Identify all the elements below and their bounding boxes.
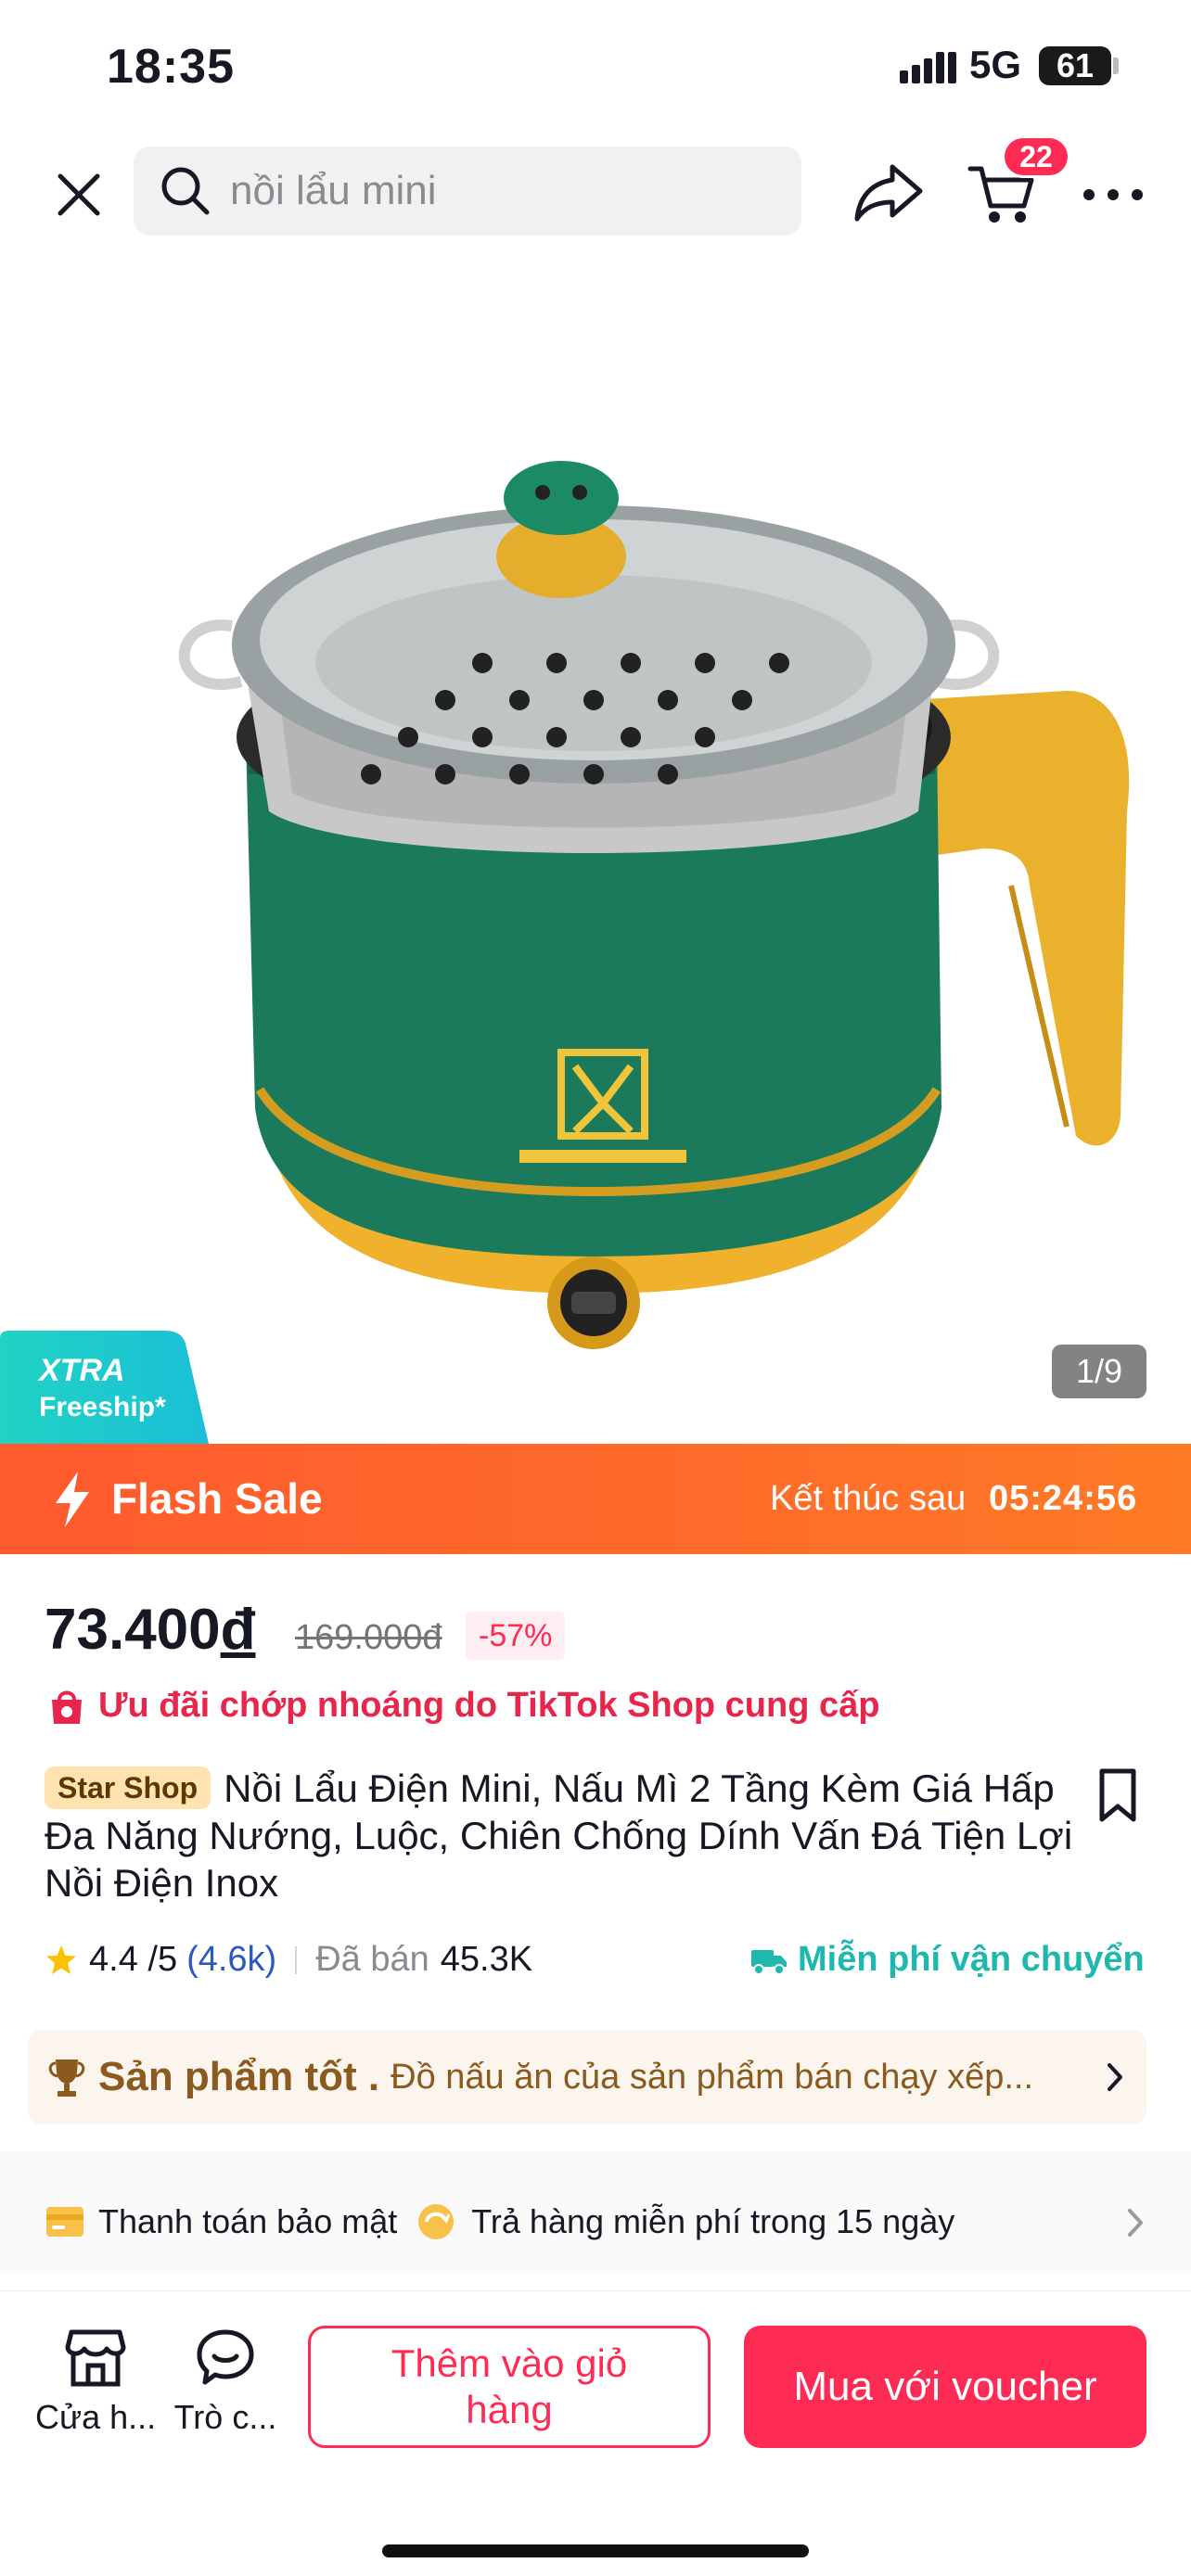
- sold-value: 45.3K: [440, 1940, 533, 1979]
- store-label: Cửa h...: [35, 2398, 157, 2436]
- card-icon: [46, 2207, 83, 2237]
- free-return-label: Trả hàng miễn phí trong 15 ngày: [471, 2202, 955, 2240]
- truck-icon: [751, 1949, 787, 1975]
- sold-label: Đã bán: [315, 1940, 429, 1979]
- section-divider: [0, 2151, 1191, 2166]
- chevron-right-icon: [1108, 2063, 1122, 2091]
- trophy-icon: [48, 2060, 85, 2097]
- store-button[interactable]: Cửa h...: [35, 2327, 156, 2437]
- star-shop-tag: Star Shop: [45, 1766, 211, 1809]
- network-type: 5G: [969, 43, 1022, 86]
- return-icon: [418, 2204, 455, 2239]
- good-product-heading: Sản phẩm tốt .: [98, 2054, 380, 2099]
- search-input[interactable]: nồi lẩu mini: [134, 147, 801, 236]
- price-amount: 73.400: [45, 1598, 221, 1662]
- chat-icon: [197, 2329, 254, 2385]
- flash-sale-ends-label: Kết thúc sau: [770, 1479, 967, 1518]
- add-to-cart-button[interactable]: Thêm vào giỏ hàng: [308, 2326, 711, 2448]
- review-count[interactable]: (4.6k): [186, 1940, 276, 1980]
- top-nav: nồi lẩu mini 22: [0, 130, 1191, 255]
- chat-label: Trò c...: [173, 2398, 277, 2436]
- promo-line: Ưu đãi chớp nhoáng do TikTok Shop cung c…: [48, 1686, 879, 1726]
- bottom-action-bar: Cửa h... Trò c... Thêm vào giỏ hàng Mua …: [0, 2290, 1191, 2576]
- xtra-freeship-badge: XTRA Freeship*: [0, 1331, 209, 1444]
- signal-icon: [900, 52, 956, 83]
- share-icon[interactable]: [852, 159, 926, 224]
- search-query: nồi lẩu mini: [230, 168, 437, 213]
- current-price: 73.400đ: [45, 1597, 256, 1663]
- image-pager: 1/9: [1052, 1345, 1146, 1398]
- free-shipping[interactable]: Miễn phí vận chuyển: [749, 1940, 1145, 1980]
- free-shipping-label: Miễn phí vận chuyển: [798, 1940, 1145, 1979]
- xtra-label: XTRA: [39, 1353, 125, 1388]
- bookmark-icon[interactable]: [1095, 1767, 1141, 1823]
- secure-payment-label: Thanh toán bảo mật: [98, 2202, 398, 2240]
- chat-button[interactable]: Trò c...: [165, 2327, 286, 2437]
- battery-icon: 61: [1039, 46, 1111, 85]
- close-icon: [58, 173, 100, 216]
- price-currency: đ: [220, 1598, 256, 1662]
- original-price: 169.000đ: [295, 1618, 442, 1657]
- status-bar: 18:35 5G 61: [0, 0, 1191, 130]
- freeship-label: Freeship*: [39, 1392, 166, 1422]
- store-icon: [65, 2329, 126, 2387]
- bolt-icon: [56, 1472, 89, 1527]
- product-stats: 4.4 /5 (4.6k) Đã bán 45.3K: [45, 1940, 532, 1980]
- more-icon[interactable]: [1076, 167, 1150, 223]
- close-button[interactable]: [46, 162, 111, 227]
- discount-badge: -57%: [466, 1612, 566, 1660]
- flash-sale-timer: 05:24:56: [989, 1479, 1138, 1518]
- flash-sale-bar: Flash Sale Kết thúc sau 05:24:56: [0, 1444, 1191, 1554]
- status-time: 18:35: [107, 40, 235, 94]
- shop-bag-icon: [52, 1690, 82, 1724]
- home-indicator: [382, 2544, 809, 2557]
- buy-with-voucher-button[interactable]: Mua với voucher: [744, 2326, 1146, 2448]
- guarantee-row[interactable]: Thanh toán bảo mật Trả hàng miễn phí tro…: [0, 2166, 1191, 2274]
- good-product-banner[interactable]: Sản phẩm tốt . Đồ nấu ăn của sản phẩm bá…: [28, 2030, 1146, 2124]
- battery-tip: [1113, 57, 1119, 74]
- star-icon: [46, 1945, 76, 1974]
- product-title-block: Star Shop Nồi Lẩu Điện Mini, Nấu Mì 2 Tần…: [45, 1765, 1093, 1906]
- stats-divider: [295, 1945, 298, 1974]
- rating-value: 4.4 /5: [89, 1940, 178, 1979]
- cart-badge: 22: [1002, 135, 1070, 178]
- chevron-right-icon: [1128, 2209, 1143, 2237]
- flash-sale-label: Flash Sale: [111, 1474, 323, 1523]
- search-icon: [161, 167, 210, 215]
- promo-text: Ưu đãi chớp nhoáng do TikTok Shop cung c…: [98, 1686, 880, 1725]
- good-product-description: Đồ nấu ăn của sản phẩm bán chạy xếp...: [391, 2057, 1034, 2097]
- product-image: [178, 461, 1130, 1349]
- product-image-gallery[interactable]: XTRA Freeship* 1/9: [0, 255, 1191, 1444]
